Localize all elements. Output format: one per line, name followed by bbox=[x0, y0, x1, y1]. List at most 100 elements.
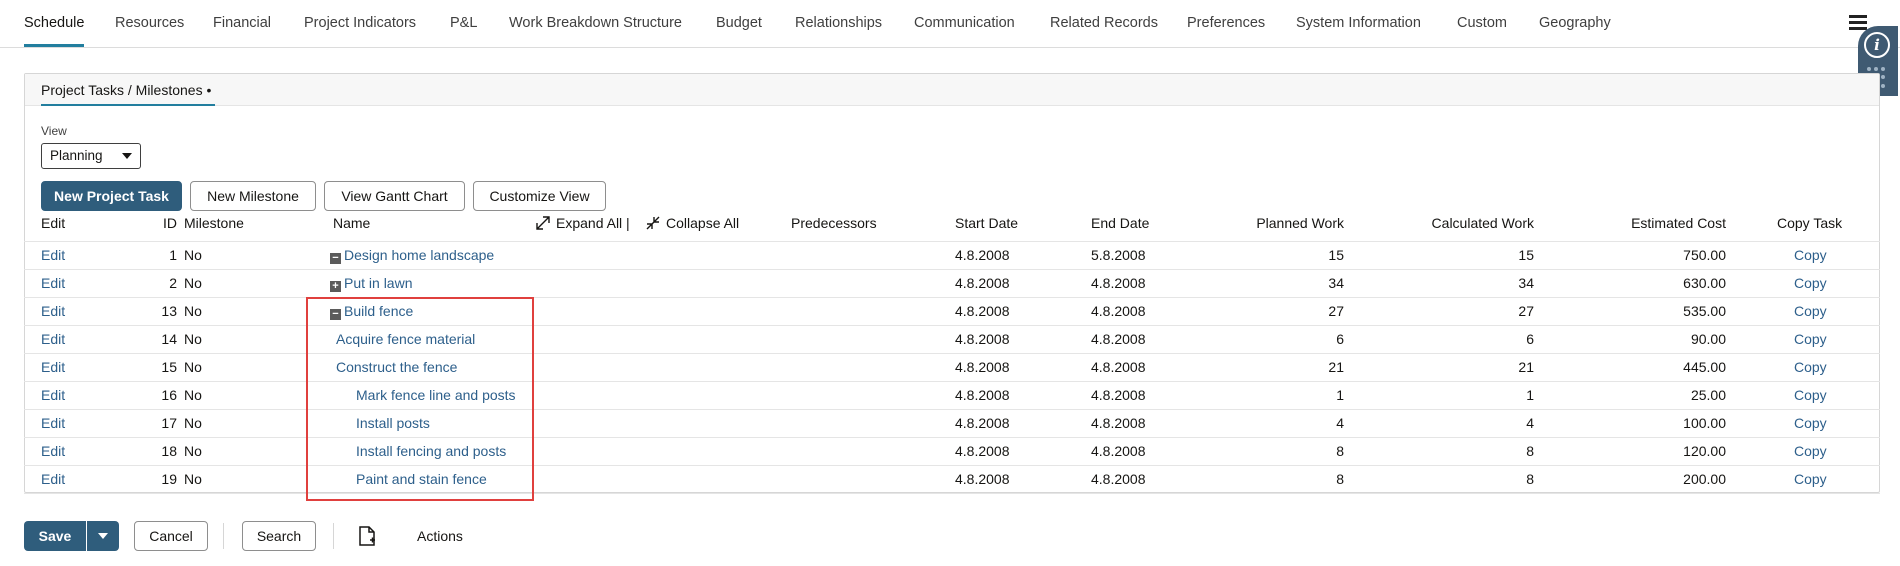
hamburger-menu-icon[interactable] bbox=[1849, 15, 1867, 31]
tab-financial[interactable]: Financial bbox=[213, 0, 271, 46]
milestone-value: No bbox=[184, 359, 202, 375]
start-date: 4.8.2008 bbox=[955, 275, 1010, 291]
tab-pl[interactable]: P&L bbox=[450, 0, 477, 46]
end-date: 4.8.2008 bbox=[1091, 275, 1146, 291]
tab-resources[interactable]: Resources bbox=[115, 0, 184, 46]
task-id: 18 bbox=[161, 443, 177, 459]
tab-custom[interactable]: Custom bbox=[1457, 0, 1507, 46]
task-id: 15 bbox=[161, 359, 177, 375]
estimated-cost: 445.00 bbox=[1683, 359, 1726, 375]
tab-schedule[interactable]: Schedule bbox=[24, 0, 85, 47]
copy-task-link[interactable]: Copy bbox=[1794, 387, 1827, 403]
task-id: 1 bbox=[169, 247, 177, 263]
tab-work-breakdown-structure[interactable]: Work Breakdown Structure bbox=[509, 0, 682, 46]
edit-link[interactable]: Edit bbox=[41, 303, 65, 319]
tab-preferences[interactable]: Preferences bbox=[1187, 0, 1265, 46]
edit-link[interactable]: Edit bbox=[41, 359, 65, 375]
copy-task-link[interactable]: Copy bbox=[1794, 359, 1827, 375]
col-header-milestone: Milestone bbox=[184, 215, 244, 231]
collapse-row-icon[interactable]: − bbox=[330, 253, 341, 264]
tab-system-information[interactable]: System Information bbox=[1296, 0, 1421, 46]
customize-view-button[interactable]: Customize View bbox=[473, 181, 606, 211]
tab-communication[interactable]: Communication bbox=[914, 0, 1015, 46]
calculated-work: 6 bbox=[1526, 331, 1534, 347]
edit-link[interactable]: Edit bbox=[41, 331, 65, 347]
top-tab-bar: Schedule Resources Financial Project Ind… bbox=[0, 0, 1900, 48]
task-id: 19 bbox=[161, 471, 177, 487]
new-milestone-button[interactable]: New Milestone bbox=[190, 181, 316, 211]
collapse-all-link[interactable]: Collapse All bbox=[646, 215, 739, 237]
calculated-work: 27 bbox=[1518, 303, 1534, 319]
edit-link[interactable]: Edit bbox=[41, 247, 65, 263]
task-name-link[interactable]: Construct the fence bbox=[336, 359, 457, 375]
copy-task-link[interactable]: Copy bbox=[1794, 247, 1827, 263]
task-name: − Build fence bbox=[330, 303, 413, 320]
view-select[interactable]: Planning bbox=[41, 143, 141, 169]
collapse-row-icon[interactable]: − bbox=[330, 309, 341, 320]
start-date: 4.8.2008 bbox=[955, 471, 1010, 487]
col-header-end-date: End Date bbox=[1091, 215, 1150, 231]
table-row: Edit 2 No + Put in lawn 4.8.2008 4.8.2008 34 34 6… bbox=[24, 269, 1880, 297]
end-date: 4.8.2008 bbox=[1091, 303, 1146, 319]
tab-project-indicators[interactable]: Project Indicators bbox=[304, 0, 416, 46]
estimated-cost: 25.00 bbox=[1690, 387, 1726, 403]
task-name-link[interactable]: Put in lawn bbox=[344, 275, 412, 291]
tab-geography[interactable]: Geography bbox=[1539, 0, 1611, 46]
new-project-task-button[interactable]: New Project Task bbox=[41, 181, 182, 211]
milestone-value: No bbox=[184, 275, 202, 291]
calculated-work: 4 bbox=[1526, 415, 1534, 431]
info-icon[interactable]: i bbox=[1864, 32, 1890, 58]
chevron-down-icon bbox=[98, 533, 108, 539]
planned-work: 4 bbox=[1336, 415, 1344, 431]
end-date: 5.8.2008 bbox=[1091, 247, 1146, 263]
estimated-cost: 100.00 bbox=[1683, 415, 1726, 431]
end-date: 4.8.2008 bbox=[1091, 415, 1146, 431]
task-name-link[interactable]: Build fence bbox=[344, 303, 413, 319]
start-date: 4.8.2008 bbox=[955, 443, 1010, 459]
divider bbox=[223, 523, 224, 549]
task-name-link[interactable]: Install fencing and posts bbox=[356, 443, 506, 459]
expand-row-icon[interactable]: + bbox=[330, 281, 341, 292]
task-name-link[interactable]: Design home landscape bbox=[344, 247, 494, 263]
task-name-link[interactable]: Paint and stain fence bbox=[356, 471, 487, 487]
actions-menu[interactable]: Actions bbox=[417, 528, 463, 544]
subtab-project-tasks[interactable]: Project Tasks / Milestones • bbox=[41, 82, 216, 106]
estimated-cost: 90.00 bbox=[1690, 331, 1726, 347]
save-button[interactable]: Save bbox=[24, 521, 86, 551]
copy-task-link[interactable]: Copy bbox=[1794, 275, 1827, 291]
table-row: Edit 18 No Install fencing and posts 4.8.200… bbox=[24, 437, 1880, 465]
table-row: Edit 14 No Acquire fence material 4.8.2008 4.… bbox=[24, 325, 1880, 353]
edit-link[interactable]: Edit bbox=[41, 275, 65, 291]
edit-link[interactable]: Edit bbox=[41, 443, 65, 459]
copy-task-link[interactable]: Copy bbox=[1794, 443, 1827, 459]
task-id: 2 bbox=[169, 275, 177, 291]
copy-task-link[interactable]: Copy bbox=[1794, 331, 1827, 347]
end-date: 4.8.2008 bbox=[1091, 443, 1146, 459]
copy-task-link[interactable]: Copy bbox=[1794, 471, 1827, 487]
tab-budget[interactable]: Budget bbox=[716, 0, 762, 46]
new-document-icon[interactable] bbox=[358, 526, 376, 546]
expand-arrows-icon bbox=[536, 216, 550, 230]
start-date: 4.8.2008 bbox=[955, 331, 1010, 347]
task-name-link[interactable]: Acquire fence material bbox=[336, 331, 475, 347]
planned-work: 6 bbox=[1336, 331, 1344, 347]
task-id: 13 bbox=[161, 303, 177, 319]
expand-all-label: Expand All | bbox=[556, 215, 630, 231]
task-name-link[interactable]: Install posts bbox=[356, 415, 430, 431]
copy-task-link[interactable]: Copy bbox=[1794, 415, 1827, 431]
expand-all-link[interactable]: Expand All | bbox=[536, 215, 630, 237]
edit-link[interactable]: Edit bbox=[41, 471, 65, 487]
view-gantt-chart-button[interactable]: View Gantt Chart bbox=[324, 181, 465, 211]
copy-task-link[interactable]: Copy bbox=[1794, 303, 1827, 319]
tab-relationships[interactable]: Relationships bbox=[795, 0, 882, 46]
edit-link[interactable]: Edit bbox=[41, 415, 65, 431]
edit-link[interactable]: Edit bbox=[41, 387, 65, 403]
task-name-link[interactable]: Mark fence line and posts bbox=[356, 387, 516, 403]
tab-related-records[interactable]: Related Records bbox=[1050, 0, 1158, 46]
table-row: Edit 13 No − Build fence 4.8.2008 4.8.2008 27 27… bbox=[24, 297, 1880, 325]
cancel-button[interactable]: Cancel bbox=[134, 521, 208, 551]
view-label: View bbox=[41, 124, 67, 138]
calculated-work: 1 bbox=[1526, 387, 1534, 403]
search-button[interactable]: Search bbox=[242, 521, 316, 551]
save-options-button[interactable] bbox=[87, 521, 119, 551]
